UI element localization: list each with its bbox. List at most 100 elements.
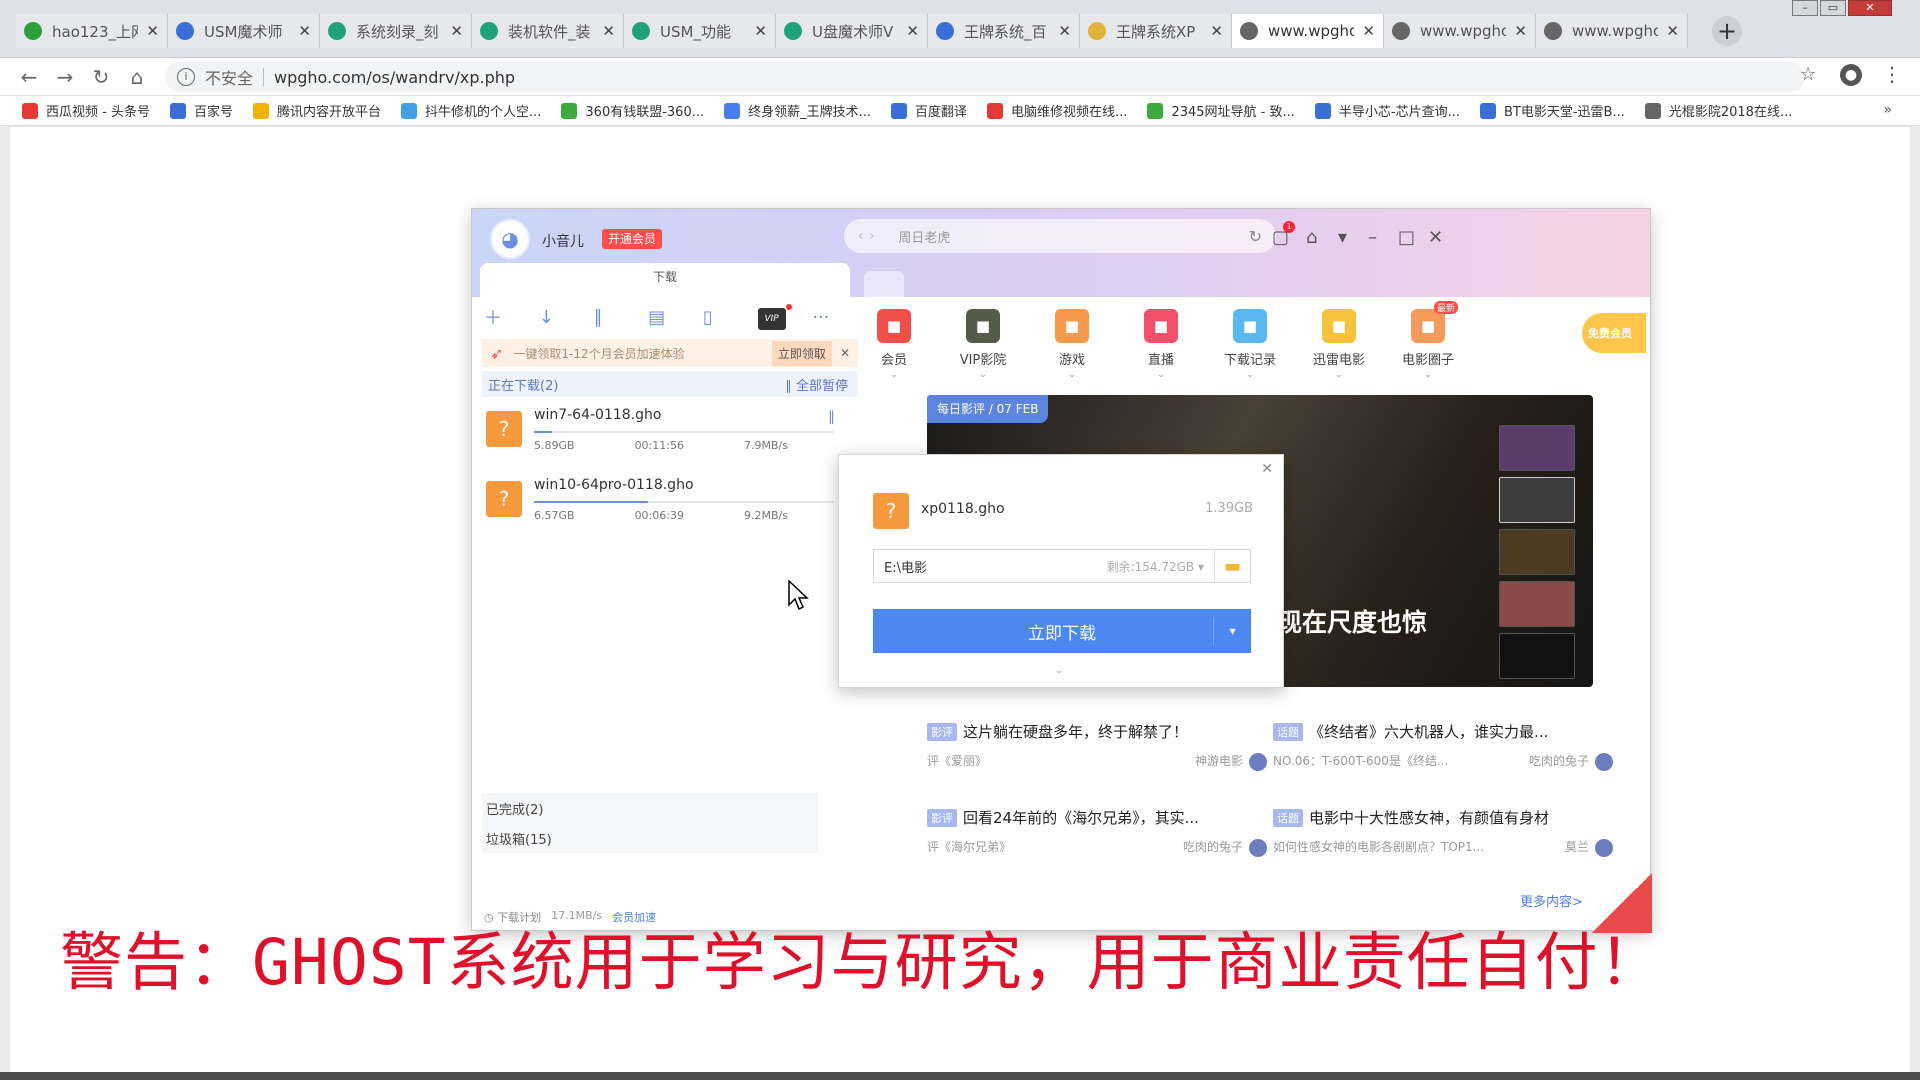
thumbnail[interactable] [1499, 477, 1575, 523]
back-icon[interactable]: ← [16, 64, 42, 90]
minimize-icon[interactable]: – [1792, 0, 1818, 16]
url-text[interactable]: wpgho.com/os/wandrv/xp.php [274, 68, 515, 87]
save-path-field[interactable]: E:\电影 剩余:154.72GB ▾ ▬ [873, 549, 1251, 583]
chevron-down-icon[interactable]: ▾ [1213, 617, 1251, 645]
account-icon[interactable]: ● [1840, 64, 1862, 86]
bookmarks-overflow-icon[interactable]: » [1883, 102, 1892, 118]
download-tab[interactable]: 下载 [480, 263, 850, 297]
thumbnail[interactable] [1499, 425, 1575, 471]
chevron-down-icon[interactable]: ⌄ [1398, 370, 1458, 380]
app-search-box[interactable]: ‹› 周日老虎 ↻ [844, 219, 1276, 253]
close-tab-icon[interactable]: ✕ [1666, 22, 1679, 40]
download-task[interactable]: ? win10-64pro-0118.gho 6.57GB 00:06:39 9.2MB… [482, 475, 858, 537]
pause-icon[interactable]: ∥ [593, 307, 648, 328]
chevron-down-icon[interactable]: ⌄ [1220, 370, 1280, 380]
thumbnail[interactable] [1499, 529, 1575, 575]
download-task[interactable]: ? win7-64-0118.gho 5.89GB 00:11:56 7.9MB/s ∥ [482, 405, 858, 467]
restore-icon[interactable]: ▭ [1820, 0, 1846, 16]
news-item[interactable]: 影评 这片躺在硬盘多年，终于解禁了！ 评《爱丽》 神游电影 [927, 721, 1267, 771]
chevron-down-icon[interactable]: ⌄ [864, 370, 924, 380]
forward-icon[interactable]: → [52, 64, 78, 90]
browser-tab[interactable]: USM魔术师 ✕ [168, 14, 320, 48]
quick-entry[interactable]: ■ 下载记录 ⌄ [1220, 309, 1280, 380]
chevron-down-icon[interactable]: ⌄ [1309, 370, 1369, 380]
save-path-value[interactable]: E:\电影 [884, 557, 927, 576]
bookmark-item[interactable]: BT电影天堂-迅雷B... [1479, 101, 1625, 120]
quick-entry[interactable]: ■ 会员 ⌄ [864, 309, 924, 380]
thumbnail[interactable] [1499, 581, 1575, 627]
secondary-tab[interactable] [864, 271, 904, 297]
address-bar[interactable]: i 不安全 wpgho.com/os/wandrv/xp.php [165, 62, 1805, 92]
user-avatar[interactable]: ◕ [490, 219, 530, 259]
close-tab-icon[interactable]: ✕ [450, 22, 463, 40]
add-task-icon[interactable]: ＋ [484, 304, 539, 330]
skin-icon[interactable]: ⌂ [1306, 227, 1317, 248]
browser-tab[interactable]: hao123_上网 ✕ [16, 14, 168, 48]
user-name[interactable]: 小音儿 [542, 231, 584, 251]
app-close-icon[interactable]: ✕ [1428, 227, 1443, 248]
bookmark-item[interactable]: 半导小芯-芯片查询... [1314, 101, 1460, 120]
app-maximize-icon[interactable]: □ [1398, 227, 1415, 248]
chevron-down-icon[interactable]: ⌄ [953, 370, 1013, 380]
close-tab-icon[interactable]: ✕ [906, 22, 919, 40]
chevron-down-icon[interactable]: ⌄ [1131, 370, 1191, 380]
browser-tab[interactable]: U盘魔术师V ✕ [776, 14, 928, 48]
delete-icon[interactable]: ▤ [648, 307, 703, 328]
bookmark-item[interactable]: 电脑维修视频在线... [987, 101, 1127, 120]
quick-entry[interactable]: ■ 直播 ⌄ [1131, 309, 1191, 380]
task-pause-icon[interactable]: ∥ [828, 409, 835, 425]
download-now-button[interactable]: 立即下载 ▾ [873, 609, 1251, 653]
browser-tab[interactable]: USM_功能 ✕ [624, 14, 776, 48]
close-window-icon[interactable]: ✕ [1848, 0, 1892, 16]
more-icon[interactable]: ··· [812, 307, 867, 328]
close-tab-icon[interactable]: ✕ [1362, 22, 1375, 40]
bookmark-item[interactable]: 百度翻译 [891, 101, 967, 120]
close-tab-icon[interactable]: ✕ [146, 22, 159, 40]
news-item[interactable]: 影评 回看24年前的《海尔兄弟》，其实... 评《海尔兄弟》 吃肉的兔子 [927, 807, 1267, 857]
chevron-down-icon[interactable]: ⌄ [1042, 370, 1102, 380]
pause-all-button[interactable]: ∥ 全部暂停 [785, 375, 848, 394]
news-item[interactable]: 话题 《终结者》六大机器人，谁实力最... NO.06：T-600T-600是《终结… [1273, 721, 1613, 771]
info-icon[interactable]: i [177, 68, 195, 86]
app-minimize-icon[interactable]: – [1368, 227, 1377, 248]
folder-icon[interactable]: ▬ [1214, 550, 1250, 582]
bookmark-item[interactable]: 光棍影院2018在线... [1644, 101, 1792, 120]
browser-tab[interactable]: 系统刻录_刻 ✕ [320, 14, 472, 48]
close-tab-icon[interactable]: ✕ [1210, 22, 1223, 40]
free-space-label[interactable]: 剩余:154.72GB ▾ [1107, 558, 1204, 575]
browser-tab[interactable]: 王牌系统XP ✕ [1080, 14, 1232, 48]
news-title[interactable]: 《终结者》六大机器人，谁实力最... [1309, 721, 1548, 742]
vip-speed-icon[interactable]: VIP [757, 303, 813, 330]
bookmark-item[interactable]: 西瓜视频 - 头条号 [22, 101, 150, 120]
expand-options-icon[interactable]: ⌄ [1055, 665, 1063, 676]
close-tab-icon[interactable]: ✕ [298, 22, 311, 40]
bookmark-item[interactable]: 腾讯内容开放平台 [252, 101, 381, 120]
close-tab-icon[interactable]: ✕ [1058, 22, 1071, 40]
news-item[interactable]: 话题 电影中十大性感女神，有颜值有身材 如何性感女神的电影各剧剧点？TOP1... 莫… [1273, 807, 1613, 857]
menu-kebab-icon[interactable]: ⋮ [1882, 62, 1902, 86]
news-title[interactable]: 电影中十大性感女神，有颜值有身材 [1309, 807, 1549, 828]
bookmark-item[interactable]: 百家号 [169, 101, 233, 120]
bookmark-star-icon[interactable]: ☆ [1800, 64, 1816, 85]
refresh-icon[interactable]: ↻ [1249, 227, 1262, 246]
home-icon[interactable]: ⌂ [124, 64, 150, 90]
close-tab-icon[interactable]: ✕ [754, 22, 767, 40]
browser-tab[interactable]: www.wpgho ✕ [1232, 14, 1384, 48]
completed-section[interactable]: 已完成(2) [482, 793, 818, 823]
quick-entry[interactable]: ■ 游戏 ⌄ [1042, 309, 1102, 380]
close-promo-icon[interactable]: ✕ [840, 346, 850, 360]
close-tab-icon[interactable]: ✕ [1514, 22, 1527, 40]
quick-entry[interactable]: ■ VIP影院 ⌄ [953, 309, 1013, 380]
thumbnail[interactable] [1499, 633, 1575, 679]
dialog-file-name[interactable]: xp0118.gho [921, 501, 1005, 517]
quick-entry[interactable]: ■ 最新 电影圈子 ⌄ [1398, 301, 1458, 380]
dialog-close-icon[interactable]: ✕ [1261, 461, 1273, 477]
mobile-icon[interactable]: ▯ [703, 307, 758, 328]
search-nav-arrows[interactable]: ‹› [858, 229, 880, 244]
bookmark-item[interactable]: 2345网址导航 - 致... [1147, 101, 1295, 120]
news-title[interactable]: 回看24年前的《海尔兄弟》，其实... [963, 807, 1199, 828]
browser-tab[interactable]: 装机软件_装 ✕ [472, 14, 624, 48]
new-tab-button[interactable]: + [1712, 16, 1742, 46]
downloading-section[interactable]: 正在下载(2) ∥ 全部暂停 [482, 371, 858, 397]
bookmark-item[interactable]: 抖牛修机的个人空... [401, 101, 541, 120]
